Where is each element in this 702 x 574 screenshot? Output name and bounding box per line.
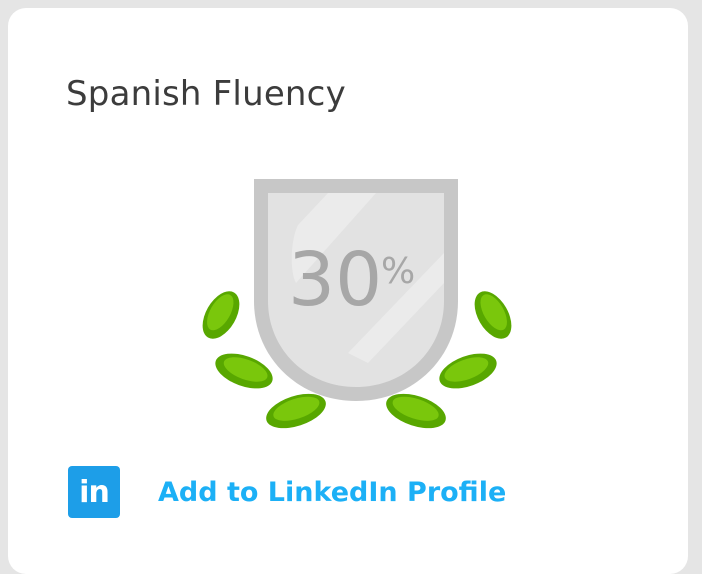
linkedin-icon-text: in: [79, 474, 110, 510]
card-title: Spanish Fluency: [66, 74, 346, 114]
add-to-linkedin-button[interactable]: in Add to LinkedIn Profile: [68, 464, 506, 520]
fluency-badge: 30 %: [178, 163, 518, 443]
fluency-percent: 30: [288, 237, 382, 323]
fluency-card: Spanish Fluency 30 % in Add to LinkedIn …: [8, 8, 688, 574]
percent-symbol: %: [381, 251, 415, 292]
add-to-linkedin-label[interactable]: Add to LinkedIn Profile: [158, 479, 506, 506]
linkedin-icon: in: [68, 466, 120, 518]
